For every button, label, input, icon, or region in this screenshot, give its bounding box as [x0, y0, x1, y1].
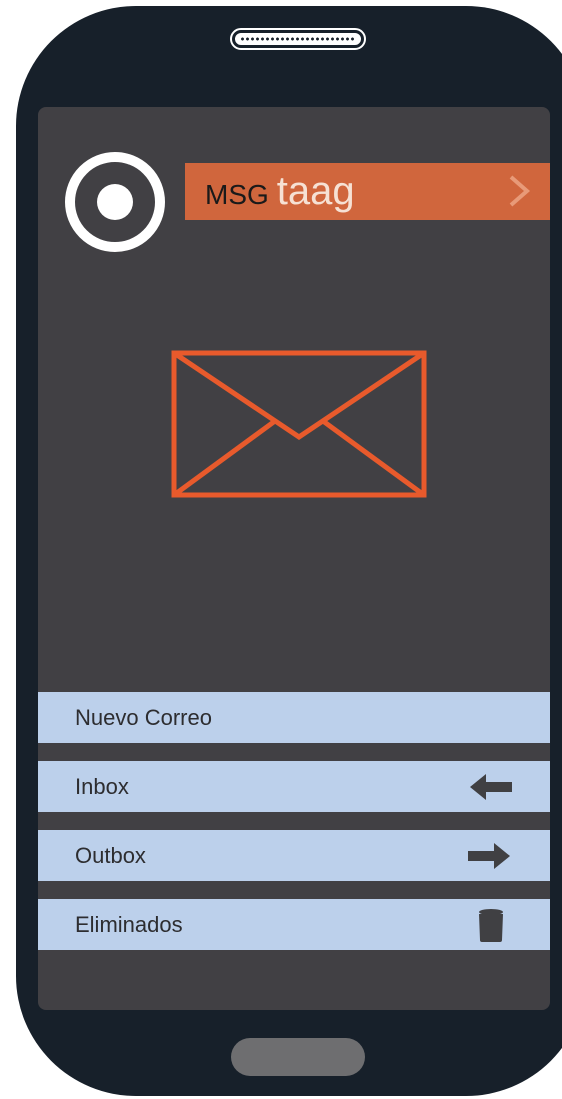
trash-icon [479, 909, 503, 942]
chevron-right-icon[interactable] [501, 173, 537, 209]
arrow-right-icon [468, 843, 510, 869]
home-button[interactable] [231, 1038, 365, 1076]
menu-item-label: Eliminados [75, 912, 183, 937]
app-screen: MSG taag Nuevo Correo Inbox Outbox Elimin… [38, 107, 550, 1010]
envelope-icon [171, 350, 427, 498]
menu-item-label: Inbox [75, 774, 129, 799]
menu-item-label: Outbox [75, 843, 146, 868]
logo-dot [97, 184, 133, 220]
arrow-left-icon [470, 774, 512, 800]
menu-item-nuevo-correo[interactable]: Nuevo Correo [38, 692, 550, 743]
brand-secondary: taag [276, 169, 355, 213]
menu-item-inbox[interactable]: Inbox [38, 761, 550, 812]
brand-title: MSG taag [205, 163, 355, 220]
brand-primary: MSG [205, 179, 269, 210]
menu-item-eliminados[interactable]: Eliminados [38, 899, 550, 950]
brand-banner[interactable]: MSG taag [185, 163, 550, 220]
app-logo-icon [65, 152, 165, 252]
menu-item-label: Nuevo Correo [75, 705, 212, 730]
speaker-dots [240, 36, 356, 42]
menu-item-outbox[interactable]: Outbox [38, 830, 550, 881]
